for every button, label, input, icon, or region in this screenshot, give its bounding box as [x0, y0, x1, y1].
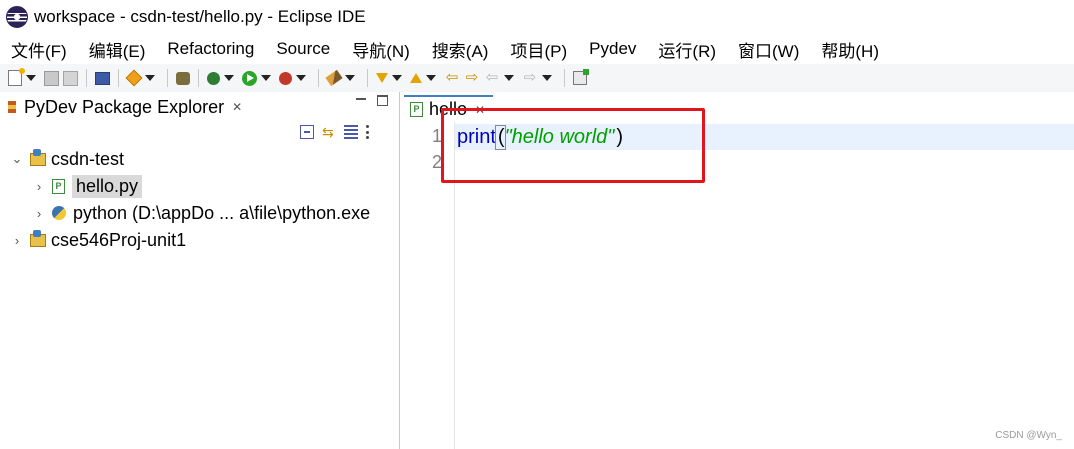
python-file-icon: P [52, 178, 65, 194]
tree-item-csdn-test[interactable]: ⌄ csdn-test [10, 146, 124, 172]
tree-item-python-interpreter[interactable]: › python (D:\appDo ... a\file\python.exe [32, 200, 370, 226]
python-interpreter-icon [52, 206, 66, 220]
external-tools-icon[interactable] [279, 71, 292, 85]
save-all-icon[interactable] [63, 70, 78, 86]
main-toolbar: ⇦ ⇨ ⇦ ⇨ [0, 64, 1074, 92]
chevron-right-icon[interactable]: › [32, 179, 46, 194]
menu-navigate[interactable]: 导航(N) [341, 37, 421, 62]
window-title: workspace - csdn-test/hello.py - Eclipse… [34, 7, 366, 26]
brush-dropdown-icon[interactable] [345, 75, 355, 81]
link-with-editor-icon[interactable]: ⇆ [322, 125, 336, 139]
package-dropdown-icon[interactable] [145, 75, 155, 81]
menu-project[interactable]: 项目(P) [499, 37, 578, 62]
python-file-icon: P [410, 102, 423, 117]
title-bar: workspace - csdn-test/hello.py - Eclipse… [0, 0, 1074, 34]
red-annotation-box [441, 108, 705, 183]
new-file-icon[interactable] [8, 68, 25, 86]
package-explorer-panel: PyDev Package Explorer ✕ ⇆ ⌄ csdn-test ›… [0, 92, 400, 449]
menu-file[interactable]: 文件(F) [0, 37, 78, 62]
explorer-toolbar: ⇆ [300, 125, 370, 139]
forward-dropdown-icon[interactable] [542, 75, 552, 81]
watermark: CSDN @Wyn_ [995, 430, 1062, 441]
toolbar-separator [198, 69, 199, 87]
collapse-all-icon[interactable] [300, 125, 314, 139]
external-tools-dropdown-icon[interactable] [296, 75, 306, 81]
previous-annotation-dropdown-icon[interactable] [426, 75, 436, 81]
next-annotation-dropdown-icon[interactable] [392, 75, 402, 81]
eclipse-logo-icon [6, 6, 28, 28]
chevron-right-icon[interactable]: › [32, 206, 46, 221]
package-explorer-tab-label: PyDev Package Explorer [24, 96, 225, 117]
run-icon[interactable] [242, 70, 257, 86]
run-dropdown-icon[interactable] [261, 75, 271, 81]
filter-icon[interactable] [344, 125, 358, 139]
menu-help[interactable]: 帮助(H) [810, 37, 890, 62]
last-edit-forward-icon[interactable]: ⇨ [464, 70, 480, 86]
menu-window[interactable]: 窗口(W) [727, 37, 810, 62]
tree-item-label: csdn-test [51, 148, 125, 169]
menu-pydev[interactable]: Pydev [578, 39, 647, 59]
tree-item-cse546proj-unit1[interactable]: › cse546Proj-unit1 [10, 227, 186, 253]
next-annotation-icon[interactable] [376, 73, 388, 83]
previous-annotation-icon[interactable] [410, 73, 422, 83]
menu-refactoring[interactable]: Refactoring [156, 39, 265, 59]
view-menu-icon[interactable] [366, 125, 370, 139]
tree-item-label: hello.py [72, 174, 143, 198]
menu-search[interactable]: 搜索(A) [421, 37, 500, 62]
toolbar-separator [367, 69, 368, 87]
toolbar-separator [86, 69, 87, 87]
brush-icon[interactable] [325, 69, 343, 87]
tree-item-hello-py[interactable]: › P hello.py [32, 173, 143, 199]
new-dropdown-icon[interactable] [26, 75, 36, 81]
forward-icon[interactable]: ⇨ [522, 70, 538, 86]
console-icon[interactable] [95, 71, 110, 85]
debug-dropdown-icon[interactable] [224, 75, 234, 81]
menu-source[interactable]: Source [265, 39, 341, 59]
maximize-icon[interactable] [377, 95, 388, 106]
menu-bar: 文件(F) 编辑(E) Refactoring Source 导航(N) 搜索(… [0, 34, 1074, 64]
debug-icon[interactable] [207, 71, 220, 85]
menu-run[interactable]: 运行(R) [647, 37, 727, 62]
menu-edit[interactable]: 编辑(E) [78, 37, 157, 62]
package-explorer-tab[interactable]: PyDev Package Explorer ✕ [0, 92, 242, 122]
chevron-right-icon[interactable]: › [10, 233, 24, 248]
toolbar-separator [564, 69, 565, 87]
python-project-icon [30, 148, 46, 166]
package-icon[interactable] [125, 69, 143, 87]
toolbar-separator [118, 69, 119, 87]
back-dropdown-icon[interactable] [504, 75, 514, 81]
minimize-icon[interactable] [356, 98, 366, 100]
pin-editor-icon[interactable] [573, 69, 589, 85]
gears-icon[interactable] [176, 71, 190, 85]
tree-item-label: cse546Proj-unit1 [51, 229, 187, 250]
python-project-icon [30, 229, 46, 247]
package-explorer-icon [8, 101, 16, 113]
back-icon[interactable]: ⇦ [484, 70, 500, 86]
save-icon[interactable] [44, 70, 59, 86]
last-edit-icon[interactable]: ⇦ [444, 70, 460, 86]
toolbar-separator [318, 69, 319, 87]
close-icon[interactable]: ✕ [232, 100, 242, 114]
toolbar-separator [167, 69, 168, 87]
tree-item-label: python (D:\appDo ... a\file\python.exe [73, 202, 371, 223]
chevron-down-icon[interactable]: ⌄ [10, 151, 24, 167]
